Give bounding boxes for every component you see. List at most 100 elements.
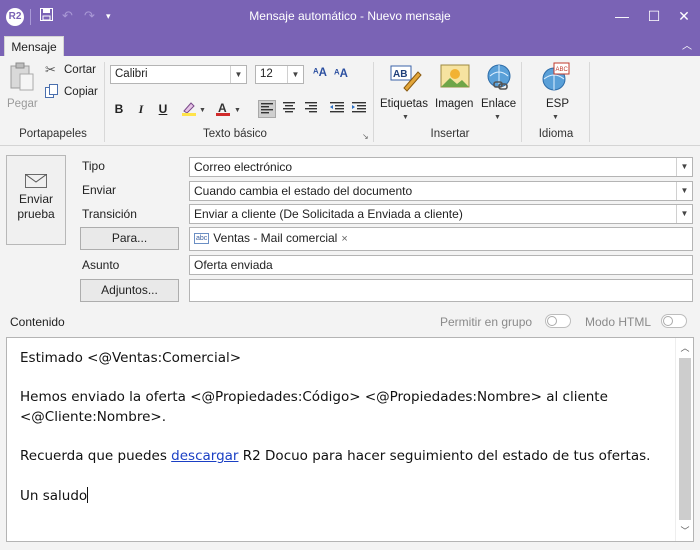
- send-value: Cuando cambia el estado del documento: [194, 184, 413, 198]
- transition-label: Transición: [82, 207, 137, 221]
- envelope-icon: [25, 174, 47, 188]
- chevron-down-icon[interactable]: ▼: [494, 114, 501, 121]
- chevron-down-icon: ▼: [287, 66, 303, 83]
- grow-font-icon[interactable]: ᴬA: [313, 67, 327, 79]
- type-select[interactable]: Correo electrónico ▼: [189, 157, 693, 177]
- shrink-font-icon[interactable]: ᴬA: [334, 68, 348, 80]
- group-toggle[interactable]: [545, 314, 571, 328]
- font-size-value: 12: [260, 68, 273, 80]
- subject-value: Oferta enviada: [194, 258, 273, 272]
- language-icon: ABC: [541, 62, 571, 91]
- body-line: Un saludo: [20, 487, 89, 504]
- text-cursor: [87, 487, 89, 503]
- align-center-icon[interactable]: [280, 100, 298, 118]
- title-bar: R2 ↶ ↷ ▾ Mensaje automático - Nuevo mens…: [0, 0, 700, 34]
- send-test-label-2: prueba: [17, 207, 55, 221]
- paste-icon[interactable]: [8, 62, 38, 91]
- chevron-down-icon[interactable]: ▼: [402, 114, 409, 121]
- group-separator: [521, 62, 522, 142]
- group-toggle-label: Permitir en grupo: [440, 315, 533, 329]
- close-button[interactable]: ✕: [669, 4, 699, 28]
- bold-button[interactable]: B: [110, 100, 128, 118]
- group-separator: [589, 62, 590, 142]
- send-test-button[interactable]: Enviar prueba: [6, 155, 66, 245]
- collapse-ribbon-icon[interactable]: ︿: [682, 37, 692, 52]
- basic-text-group-label: Texto básico: [203, 128, 267, 140]
- svg-text:AB: AB: [393, 69, 407, 80]
- scissors-icon: ✂: [45, 62, 56, 77]
- language-button[interactable]: ESP: [546, 98, 569, 110]
- align-left-icon[interactable]: [258, 100, 276, 118]
- tab-mensaje[interactable]: Mensaje: [4, 36, 64, 56]
- send-select[interactable]: Cuando cambia el estado del documento ▼: [189, 181, 693, 201]
- html-toggle-label: Modo HTML: [585, 315, 652, 329]
- decrease-indent-icon[interactable]: [328, 100, 346, 118]
- cut-button[interactable]: Cortar: [64, 64, 96, 76]
- body-line: Hemos enviado la oferta <@Propiedades:Có…: [20, 389, 608, 405]
- copy-icon: [45, 84, 58, 101]
- insert-group-label: Insertar: [430, 128, 470, 140]
- download-link[interactable]: descargar: [171, 448, 238, 464]
- recipients-field[interactable]: abc Ventas - Mail comercial ×: [189, 227, 693, 251]
- link-button[interactable]: Enlace: [481, 98, 516, 110]
- scroll-down-icon[interactable]: ﹀: [676, 523, 694, 539]
- body-line: Recuerda que puedes descargar R2 Docuo p…: [20, 448, 650, 464]
- subject-label: Asunto: [82, 258, 120, 272]
- align-right-icon[interactable]: [302, 100, 320, 118]
- maximize-button[interactable]: ☐: [639, 4, 669, 28]
- copy-button[interactable]: Copiar: [64, 86, 98, 98]
- italic-button[interactable]: I: [132, 100, 150, 118]
- message-editor[interactable]: Estimado <@Ventas:Comercial> Hemos envia…: [6, 337, 694, 542]
- underline-button[interactable]: U: [154, 100, 172, 118]
- minimize-button[interactable]: —: [607, 4, 637, 28]
- body-line: <@Cliente:Nombre>.: [20, 409, 166, 425]
- font-family-value: Calibri: [115, 68, 148, 80]
- send-test-label-1: Enviar: [18, 192, 53, 206]
- toggle-knob: [547, 316, 557, 326]
- transition-select[interactable]: Enviar a cliente (De Solicitada a Enviad…: [189, 204, 693, 224]
- remove-recipient-icon[interactable]: ×: [341, 233, 347, 245]
- scroll-thumb[interactable]: [679, 358, 691, 520]
- attachments-button[interactable]: Adjuntos...: [80, 279, 179, 302]
- chevron-down-icon[interactable]: ▼: [199, 107, 206, 114]
- chevron-down-icon[interactable]: ▼: [234, 107, 241, 114]
- type-label: Tipo: [82, 159, 105, 173]
- svg-text:A: A: [218, 101, 227, 115]
- content-label: Contenido: [10, 315, 65, 329]
- recipient-chip[interactable]: abc Ventas - Mail comercial ×: [194, 231, 348, 245]
- group-separator: [104, 62, 105, 142]
- body-text: Un saludo: [20, 488, 88, 504]
- transition-value: Enviar a cliente (De Solicitada a Enviad…: [194, 207, 463, 221]
- dialog-launcher-icon[interactable]: ↘: [362, 132, 369, 141]
- language-group-label: Idioma: [538, 128, 574, 140]
- body-line: Estimado <@Ventas:Comercial>: [20, 350, 242, 366]
- toggle-knob: [663, 316, 673, 326]
- ribbon: Pegar ✂ Cortar Copiar Portapapeles Calib…: [0, 56, 700, 146]
- scrollbar[interactable]: ︿ ﹀: [675, 338, 693, 541]
- attachments-field[interactable]: [189, 279, 693, 302]
- chevron-down-icon[interactable]: ▼: [552, 114, 559, 121]
- chevron-down-icon: ▼: [676, 158, 692, 176]
- window-title: Mensaje automático - Nuevo mensaje: [249, 9, 451, 23]
- recipient-tag: abc: [194, 233, 210, 245]
- subject-input[interactable]: Oferta enviada: [189, 255, 693, 275]
- link-icon: [484, 64, 514, 92]
- group-separator: [373, 62, 374, 142]
- html-toggle[interactable]: [661, 314, 687, 328]
- font-color-icon[interactable]: A: [214, 100, 232, 118]
- scroll-up-icon[interactable]: ︿: [676, 340, 694, 356]
- to-button[interactable]: Para...: [80, 227, 179, 250]
- paste-button[interactable]: Pegar: [7, 98, 38, 110]
- type-value: Correo electrónico: [194, 160, 293, 174]
- send-label: Enviar: [82, 183, 117, 197]
- font-family-select[interactable]: Calibri ▼: [110, 65, 247, 84]
- increase-indent-icon[interactable]: [350, 100, 368, 118]
- image-button[interactable]: Imagen: [435, 98, 473, 110]
- tags-button[interactable]: Etiquetas: [380, 98, 428, 110]
- highlight-icon[interactable]: [180, 100, 198, 118]
- body-text: Recuerda que puedes: [20, 448, 172, 464]
- chevron-down-icon: ▼: [676, 182, 692, 200]
- svg-text:ABC: ABC: [556, 67, 569, 73]
- body-text: R2 Docuo para hacer seguimiento del esta…: [238, 448, 651, 464]
- font-size-select[interactable]: 12 ▼: [255, 65, 304, 84]
